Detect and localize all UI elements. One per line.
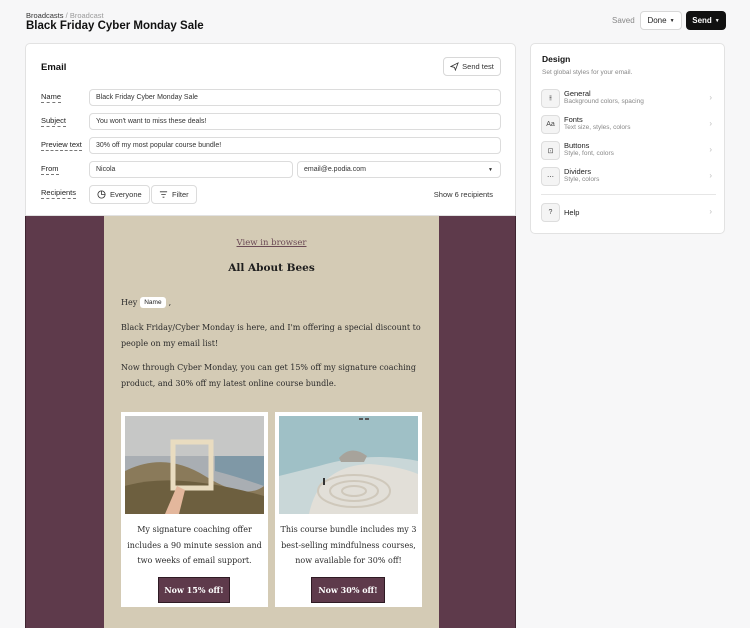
button-icon: ⊡ bbox=[541, 141, 560, 160]
paper-plane-icon bbox=[450, 62, 459, 71]
chevron-right-icon: › bbox=[709, 171, 712, 180]
paragraph-1: Black Friday/Cyber Monday is here, and I… bbox=[121, 323, 421, 348]
saved-status: Saved bbox=[612, 16, 635, 25]
send-test-label: Send test bbox=[462, 62, 494, 71]
design-item-dividers[interactable]: ⋯ Dividers Style, colors › bbox=[541, 166, 716, 188]
coaching-image bbox=[125, 416, 264, 514]
from-label: From bbox=[41, 164, 59, 175]
chevron-down-icon: ▼ bbox=[714, 17, 720, 24]
design-item-general[interactable]: ⫲ General Background colors, spacing › bbox=[541, 88, 716, 110]
chevron-down-icon: ▼ bbox=[488, 166, 493, 173]
design-item-fonts[interactable]: Aa Fonts Text size, styles, colors › bbox=[541, 114, 716, 136]
name-merge-tag[interactable]: Name bbox=[140, 297, 166, 308]
show-recipients-link[interactable]: Show 6 recipients bbox=[434, 190, 493, 199]
everyone-label: Everyone bbox=[110, 190, 142, 199]
product-1-button[interactable]: Now 15% off! bbox=[158, 577, 230, 603]
email-settings-card: Email Send test Name Black Friday Cyber … bbox=[25, 43, 516, 216]
view-in-browser-link[interactable]: View in browser bbox=[104, 238, 439, 248]
preview-text-label: Preview text bbox=[41, 140, 82, 151]
divider-icon: ⋯ bbox=[541, 167, 560, 186]
everyone-button[interactable]: Everyone bbox=[89, 185, 150, 204]
greeting: Hey Name , bbox=[121, 297, 171, 308]
send-label: Send bbox=[692, 16, 712, 25]
filter-button[interactable]: Filter bbox=[151, 185, 197, 204]
page-title: Black Friday Cyber Monday Sale bbox=[26, 20, 204, 32]
design-item-help[interactable]: ? Help › bbox=[541, 202, 716, 224]
name-label: Name bbox=[41, 92, 62, 103]
breadcrumb-separator: / bbox=[65, 11, 68, 20]
sliders-icon: ⫲ bbox=[541, 89, 560, 108]
product-2-button[interactable]: Now 30% off! bbox=[311, 577, 385, 603]
design-panel: Design Set global styles for your email.… bbox=[530, 43, 725, 234]
recipients-label: Recipients bbox=[41, 188, 77, 199]
done-button[interactable]: Done ▼ bbox=[640, 11, 682, 30]
design-item-name: Dividers bbox=[564, 167, 592, 176]
from-name-field[interactable]: Nicola bbox=[89, 161, 293, 178]
design-item-buttons[interactable]: ⊡ Buttons Style, font, colors › bbox=[541, 140, 716, 162]
email-title: All About Bees bbox=[228, 262, 315, 274]
product-card-coaching: My signature coaching offer includes a 9… bbox=[121, 412, 268, 607]
design-item-desc: Style, font, colors bbox=[564, 150, 614, 157]
design-item-desc: Text size, styles, colors bbox=[564, 124, 631, 131]
pie-chart-icon bbox=[97, 190, 106, 199]
chevron-down-icon: ▼ bbox=[669, 17, 675, 24]
filter-icon bbox=[159, 191, 168, 198]
preview-text-field[interactable]: 30% off my most popular course bundle! bbox=[89, 137, 501, 154]
filter-label: Filter bbox=[172, 190, 189, 199]
chevron-right-icon: › bbox=[709, 207, 712, 216]
breadcrumb-parent[interactable]: Broadcasts bbox=[26, 11, 64, 20]
chevron-right-icon: › bbox=[709, 93, 712, 102]
design-title: Design bbox=[542, 54, 571, 64]
greeting-text: Hey bbox=[121, 298, 138, 307]
card-title: Email bbox=[41, 62, 67, 73]
product-2-text: This course bundle includes my 3 best-se… bbox=[280, 525, 417, 565]
design-item-name: Help bbox=[564, 208, 580, 217]
from-email-select[interactable]: email@e.podia.com ▼ bbox=[297, 161, 501, 178]
help-icon: ? bbox=[541, 203, 560, 222]
breadcrumb: Broadcasts / Broadcast bbox=[26, 11, 104, 20]
chevron-right-icon: › bbox=[709, 145, 712, 154]
from-email-value: email@e.podia.com bbox=[304, 166, 366, 173]
design-item-name: Buttons bbox=[564, 141, 590, 150]
chevron-right-icon: › bbox=[709, 119, 712, 128]
course-image bbox=[279, 416, 418, 514]
subject-field[interactable]: You won't want to miss these deals! bbox=[89, 113, 501, 130]
design-item-name: Fonts bbox=[564, 115, 583, 124]
done-label: Done bbox=[647, 16, 667, 25]
product-1-text: My signature coaching offer includes a 9… bbox=[127, 525, 262, 565]
breadcrumb-current: Broadcast bbox=[69, 11, 104, 20]
email-body: View in browser All About Bees Hey Name … bbox=[104, 216, 439, 628]
send-button[interactable]: Send ▼ bbox=[686, 11, 726, 30]
name-field[interactable]: Black Friday Cyber Monday Sale bbox=[89, 89, 501, 106]
design-item-desc: Style, colors bbox=[564, 176, 600, 183]
paragraph-2: Now through Cyber Monday, you can get 15… bbox=[121, 363, 416, 388]
design-subtitle: Set global styles for your email. bbox=[542, 69, 633, 76]
design-item-desc: Background colors, spacing bbox=[564, 98, 644, 105]
subject-label: Subject bbox=[41, 116, 67, 127]
product-card-course: This course bundle includes my 3 best-se… bbox=[275, 412, 422, 607]
design-item-name: General bbox=[564, 89, 591, 98]
greeting-end: , bbox=[168, 298, 172, 307]
font-icon: Aa bbox=[541, 115, 560, 134]
email-preview: View in browser All About Bees Hey Name … bbox=[25, 216, 516, 628]
send-test-button[interactable]: Send test bbox=[443, 57, 501, 76]
divider bbox=[541, 194, 716, 195]
